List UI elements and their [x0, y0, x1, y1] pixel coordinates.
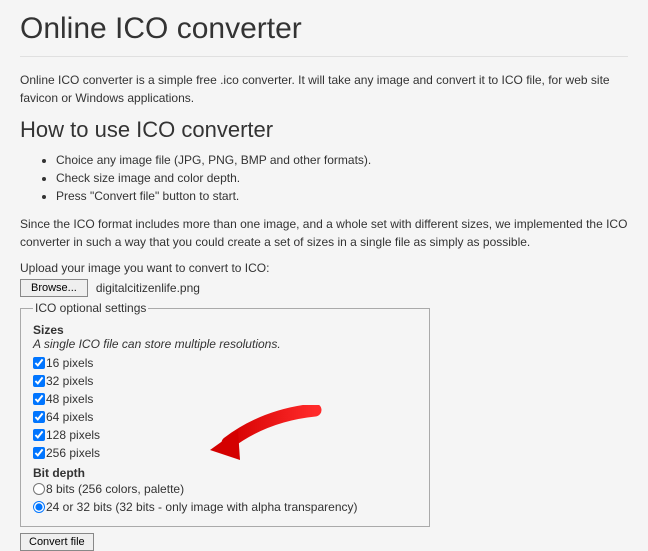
size-label: 64 pixels — [46, 408, 93, 426]
list-item: Check size image and color depth. — [56, 169, 628, 187]
sizes-subtext: A single ICO file can store multiple res… — [33, 337, 417, 351]
size-checkbox-128[interactable] — [33, 429, 45, 441]
size-label: 128 pixels — [46, 426, 100, 444]
size-option[interactable]: 64 pixels — [33, 408, 417, 426]
size-label: 48 pixels — [46, 390, 93, 408]
instructions-list: Choice any image file (JPG, PNG, BMP and… — [20, 151, 628, 205]
file-input-row: Browse... digitalcitizenlife.png — [20, 279, 628, 297]
size-option[interactable]: 16 pixels — [33, 354, 417, 372]
fieldset-legend: ICO optional settings — [33, 301, 148, 315]
convert-button[interactable]: Convert file — [20, 533, 94, 551]
size-option[interactable]: 48 pixels — [33, 390, 417, 408]
list-item: Choice any image file (JPG, PNG, BMP and… — [56, 151, 628, 169]
list-item: Press "Convert file" button to start. — [56, 187, 628, 205]
selected-filename: digitalcitizenlife.png — [96, 281, 200, 295]
bitdepth-radio-8[interactable] — [33, 483, 45, 495]
page-title: Online ICO converter — [20, 12, 628, 46]
bitdepth-heading: Bit depth — [33, 466, 417, 480]
size-label: 32 pixels — [46, 372, 93, 390]
bitdepth-label: 8 bits (256 colors, palette) — [46, 480, 184, 498]
howto-heading: How to use ICO converter — [20, 117, 628, 143]
size-checkbox-64[interactable] — [33, 411, 45, 423]
size-checkbox-16[interactable] — [33, 357, 45, 369]
browse-button[interactable]: Browse... — [20, 279, 88, 297]
bitdepth-option[interactable]: 24 or 32 bits (32 bits - only image with… — [33, 498, 417, 516]
bitdepth-option[interactable]: 8 bits (256 colors, palette) — [33, 480, 417, 498]
size-label: 16 pixels — [46, 354, 93, 372]
size-checkbox-32[interactable] — [33, 375, 45, 387]
size-option[interactable]: 32 pixels — [33, 372, 417, 390]
size-option[interactable]: 128 pixels — [33, 426, 417, 444]
divider — [20, 56, 628, 57]
ico-settings-fieldset: ICO optional settings Sizes A single ICO… — [20, 301, 430, 527]
upload-label: Upload your image you want to convert to… — [20, 261, 628, 275]
size-label: 256 pixels — [46, 444, 100, 462]
bitdepth-radio-24-32[interactable] — [33, 501, 45, 513]
sizes-heading: Sizes — [33, 323, 417, 337]
bitdepth-label: 24 or 32 bits (32 bits - only image with… — [46, 498, 358, 516]
size-checkbox-48[interactable] — [33, 393, 45, 405]
since-text: Since the ICO format includes more than … — [20, 215, 628, 251]
size-checkbox-256[interactable] — [33, 447, 45, 459]
size-option[interactable]: 256 pixels — [33, 444, 417, 462]
intro-text: Online ICO converter is a simple free .i… — [20, 71, 628, 107]
